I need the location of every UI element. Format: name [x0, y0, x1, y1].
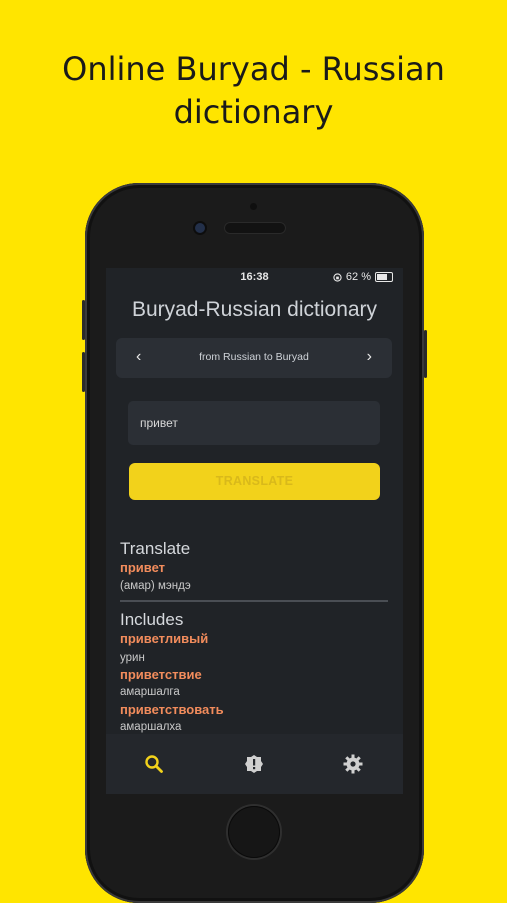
section-divider	[120, 600, 388, 602]
front-camera	[195, 223, 205, 233]
proximity-sensor	[250, 203, 257, 210]
direction-switcher: ‹ from Russian to Buryad ›	[116, 338, 392, 378]
battery-percent: 62 %	[345, 271, 371, 283]
phone-power-button	[424, 330, 427, 378]
app-screen: 16:38 62 % Buryad-Russian dictionary ‹ f…	[106, 268, 403, 794]
translate-heading: Translate	[120, 539, 191, 558]
home-button[interactable]	[228, 806, 280, 858]
alert-icon[interactable]	[244, 754, 264, 774]
include-word[interactable]: приветливый	[120, 631, 208, 646]
bottom-navbar	[106, 734, 403, 794]
status-bar: 16:38 62 %	[106, 268, 403, 286]
gear-icon[interactable]	[343, 754, 363, 774]
include-word[interactable]: приветствовать	[120, 702, 224, 717]
search-input[interactable]	[128, 401, 380, 445]
include-translation: амаршалга	[120, 686, 180, 698]
orientation-lock-icon	[333, 272, 342, 282]
phone-volume-down	[82, 352, 85, 392]
search-icon[interactable]	[144, 754, 164, 774]
main-entry-translation: (амар) мэндэ	[120, 580, 191, 592]
include-translation: урин	[120, 652, 145, 664]
promo-headline: Online Buryad - Russian dictionary	[0, 48, 507, 134]
chevron-right-icon[interactable]: ›	[367, 348, 372, 366]
include-translation: амаршалха	[120, 721, 182, 733]
main-entry-word[interactable]: привет	[120, 560, 165, 575]
includes-heading: Includes	[120, 610, 184, 629]
status-right: 62 %	[333, 271, 393, 283]
phone-volume-up	[82, 300, 85, 340]
app-title: Buryad-Russian dictionary	[131, 298, 378, 321]
battery-icon	[375, 272, 393, 282]
include-word[interactable]: приветствие	[120, 667, 202, 682]
headline-line-1: Online Buryad - Russian	[62, 50, 445, 88]
earpiece-speaker	[224, 222, 286, 234]
direction-label: from Russian to Buryad	[199, 351, 309, 363]
translate-button[interactable]: TRANSLATE	[129, 463, 380, 500]
headline-line-2: dictionary	[173, 93, 334, 131]
